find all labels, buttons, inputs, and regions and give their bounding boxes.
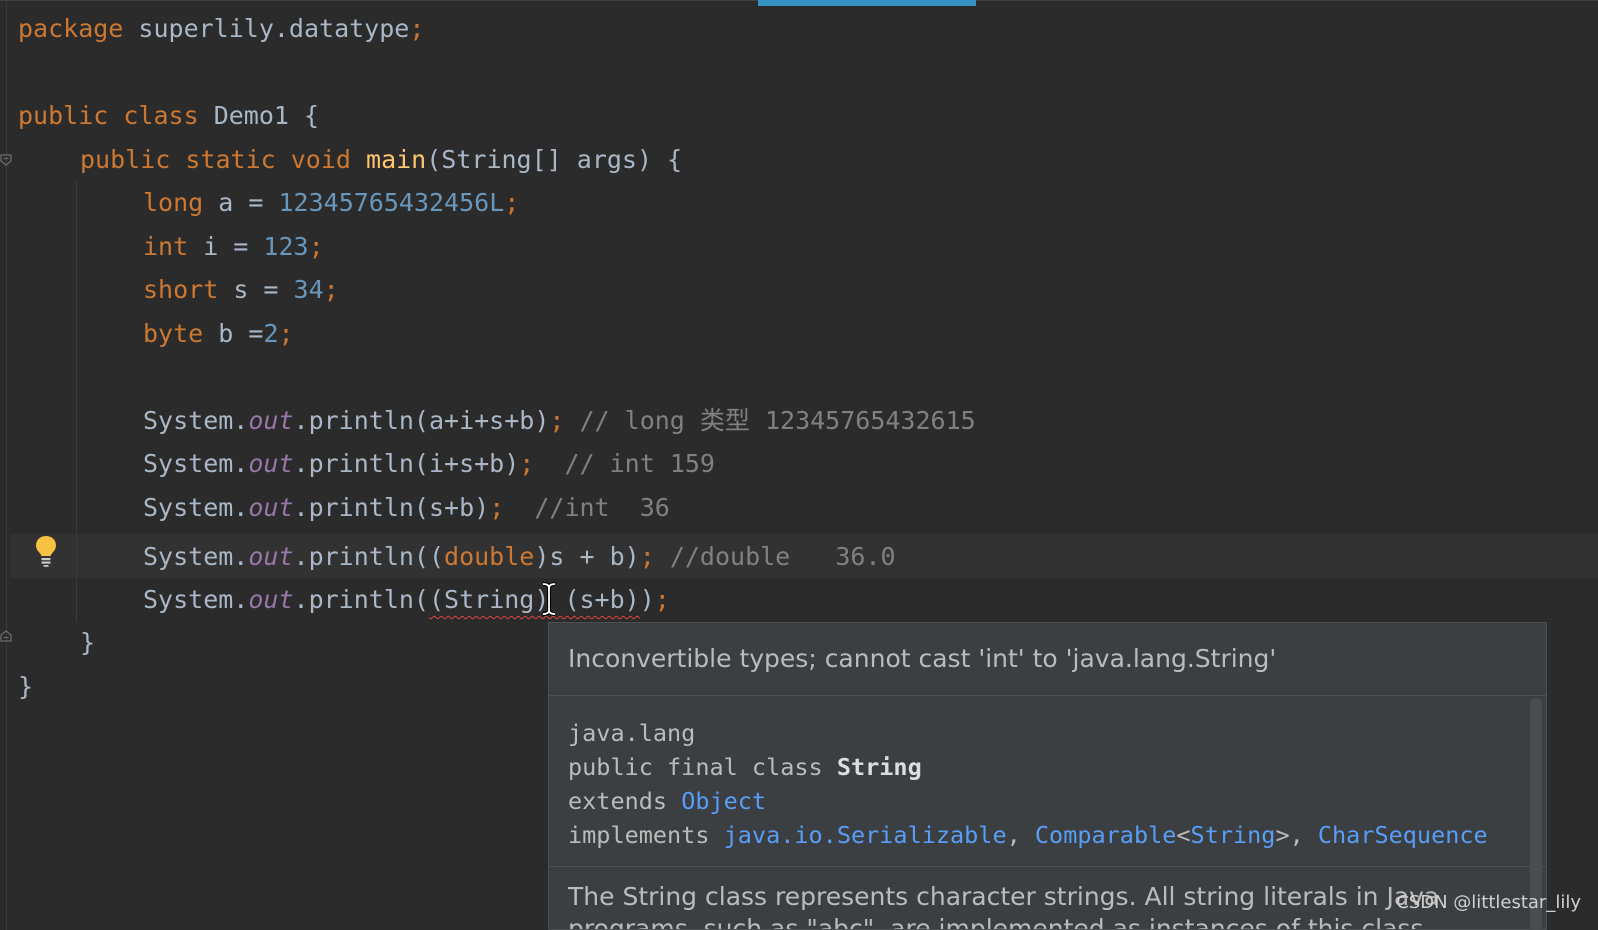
call: .println(a+i+s+b)	[293, 406, 550, 435]
brace: }	[80, 628, 96, 657]
angle-close: >	[1275, 821, 1290, 849]
code-line-close-method[interactable]: }	[80, 621, 95, 665]
active-tab-indicator	[758, 0, 976, 6]
keyword: long	[143, 188, 204, 217]
code-line-byte[interactable]: byte b =2;	[143, 312, 294, 356]
number: 2	[263, 319, 279, 348]
doc-description: The String class represents character st…	[568, 882, 1440, 930]
call-open: .println((	[293, 542, 445, 571]
system: System.	[143, 542, 249, 571]
comma: ,	[1289, 821, 1318, 849]
keyword: static	[185, 145, 276, 174]
statement: a =	[203, 188, 279, 217]
link-serializable[interactable]: java.io.Serializable	[724, 821, 1007, 849]
statement: s =	[218, 275, 294, 304]
method-name: main	[366, 145, 427, 174]
params: (String[] args) {	[426, 145, 683, 174]
out-field: out	[248, 406, 294, 435]
system: System.	[143, 449, 249, 478]
code-line-long[interactable]: long a = 12345765432456L;	[143, 181, 519, 225]
error-message: Inconvertible types; cannot cast 'int' t…	[549, 623, 1546, 696]
statement: i =	[188, 232, 264, 261]
out-field: out	[248, 493, 294, 522]
keyword: short	[143, 275, 219, 304]
quick-doc-signature: java.lang public final class String exte…	[549, 696, 1546, 867]
semicolon: ;	[549, 406, 565, 435]
semicolon: ;	[639, 542, 655, 571]
fold-icon[interactable]	[0, 630, 12, 642]
link-charsequence[interactable]: CharSequence	[1318, 821, 1488, 849]
comment: // long 类型 12345765432615	[564, 406, 976, 435]
doc-package: java.lang	[568, 719, 696, 747]
call: .println(i+s+b)	[293, 449, 520, 478]
keyword: double	[444, 542, 535, 571]
link-string[interactable]: String	[1191, 821, 1276, 849]
link-comparable[interactable]: Comparable	[1035, 821, 1176, 849]
text-cursor-icon	[542, 582, 556, 616]
call: .println(s+b)	[293, 493, 490, 522]
code-line-class[interactable]: public class Demo1 {	[18, 94, 319, 138]
keyword: void	[290, 145, 351, 174]
system: System.	[143, 585, 249, 614]
package-name: superlily.datatype	[123, 14, 410, 43]
comma: ,	[1006, 821, 1035, 849]
out-field: out	[248, 542, 294, 571]
number: 123	[263, 232, 309, 261]
call-close: )s + b)	[534, 542, 640, 571]
semicolon: ;	[409, 14, 425, 43]
doc-implements: implements	[568, 821, 724, 849]
code-line-main[interactable]: public static void main(String[] args) {	[80, 138, 682, 182]
keyword: public	[80, 145, 171, 174]
gutter-divider	[6, 0, 7, 930]
comment: // int 159	[534, 449, 715, 478]
number: 12345765432456L	[278, 188, 505, 217]
semicolon: ;	[504, 188, 520, 217]
keyword: class	[123, 101, 199, 130]
out-field: out	[248, 449, 294, 478]
link-object[interactable]: Object	[681, 787, 766, 815]
indent-guide	[76, 180, 77, 622]
system: System.	[143, 493, 249, 522]
class-name: Demo1 {	[198, 101, 320, 130]
keyword: int	[143, 232, 189, 261]
semicolon: ;	[519, 449, 535, 478]
code-line-print3[interactable]: System.out.println(s+b); //int 36	[143, 486, 670, 530]
semicolon: ;	[308, 232, 324, 261]
code-line-print5[interactable]: System.out.println((String) (s+b));	[143, 578, 670, 622]
semicolon: ;	[654, 585, 670, 614]
watermark: CSDN @littlestar_lily	[1396, 892, 1581, 913]
doc-declaration: public final class	[568, 753, 837, 781]
lightbulb-icon[interactable]	[34, 535, 58, 567]
semicolon: ;	[278, 319, 294, 348]
fold-icon[interactable]	[0, 154, 12, 166]
error-tooltip-popup[interactable]: Inconvertible types; cannot cast 'int' t…	[548, 622, 1547, 930]
semicolon: ;	[489, 493, 505, 522]
doc-extends: extends	[568, 787, 682, 815]
keyword: public	[18, 101, 109, 130]
error-cast-expression[interactable]: (String) (s+b)	[429, 585, 640, 614]
angle-open: <	[1176, 821, 1191, 849]
call-close: )	[639, 585, 655, 614]
call-open: .println(	[293, 585, 429, 614]
number: 34	[293, 275, 324, 304]
comment: //double 36.0	[654, 542, 896, 571]
code-line-int[interactable]: int i = 123;	[143, 225, 324, 269]
statement: b =	[203, 319, 264, 348]
semicolon: ;	[323, 275, 339, 304]
system: System.	[143, 406, 249, 435]
doc-class-name: String	[836, 753, 922, 781]
out-field: out	[248, 585, 294, 614]
code-line-print2[interactable]: System.out.println(i+s+b); // int 159	[143, 442, 715, 486]
code-line-package[interactable]: package superlily.datatype;	[18, 7, 424, 51]
brace: }	[18, 672, 34, 701]
code-line-print1[interactable]: System.out.println(a+i+s+b); // long 类型 …	[143, 399, 976, 443]
code-line-print4[interactable]: System.out.println((double)s + b); //dou…	[143, 535, 896, 579]
keyword: byte	[143, 319, 204, 348]
keyword: package	[18, 14, 124, 43]
code-line-short[interactable]: short s = 34;	[143, 268, 339, 312]
comment: //int 36	[504, 493, 670, 522]
code-line-close-class[interactable]: }	[18, 665, 33, 709]
